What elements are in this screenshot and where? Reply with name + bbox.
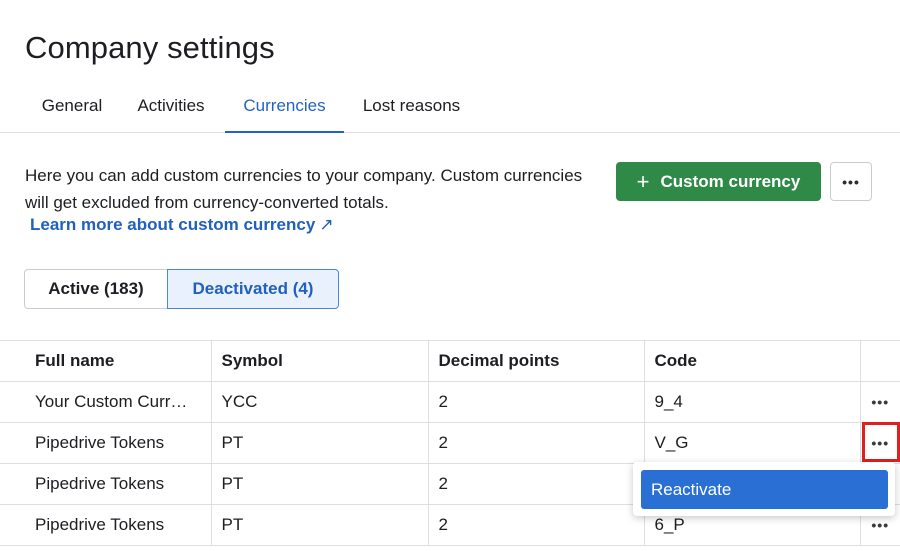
cell-decimal-points: 2 (427, 381, 645, 423)
column-header-actions (859, 340, 900, 382)
row-more-icon[interactable]: ••• (871, 517, 889, 533)
cell-decimal-points: 2 (427, 504, 645, 546)
row-more-highlight (862, 422, 900, 462)
tab-currencies[interactable]: Currencies (225, 86, 344, 133)
table-row: Your Custom Curr… YCC 2 9_4 ••• (0, 381, 900, 423)
tab-general[interactable]: General (28, 86, 116, 133)
cell-code: V_G (643, 422, 861, 464)
cell-symbol: PT (210, 504, 429, 546)
cell-full-name: Pipedrive Tokens (0, 422, 212, 464)
learn-more-label: Learn more about custom currency (30, 215, 316, 234)
page-title: Company settings (25, 30, 275, 65)
column-header-symbol: Symbol (210, 340, 429, 382)
filter-deactivated-button[interactable]: Deactivated (4) (167, 269, 339, 309)
cell-decimal-points: 2 (427, 463, 645, 505)
table-row: Pipedrive Tokens PT 2 V_G ••• (0, 422, 900, 464)
cell-full-name: Pipedrive Tokens (0, 504, 212, 546)
tab-activities[interactable]: Activities (122, 86, 220, 133)
cell-full-name: Your Custom Curr… (0, 381, 212, 423)
cell-symbol: YCC (210, 381, 429, 423)
settings-tabs: General Activities Currencies Lost reaso… (0, 86, 900, 133)
row-more-icon[interactable]: ••• (871, 394, 889, 410)
more-options-button[interactable]: ••• (830, 162, 872, 201)
cell-full-name: Pipedrive Tokens (0, 463, 212, 505)
external-arrow-icon: ↗ (319, 215, 334, 234)
add-custom-currency-label: Custom currency (660, 171, 801, 191)
tab-lost-reasons[interactable]: Lost reasons (348, 86, 475, 133)
column-header-code: Code (643, 340, 861, 382)
column-header-full-name: Full name (0, 340, 212, 382)
more-icon: ••• (842, 173, 860, 190)
column-header-decimal-points: Decimal points (427, 340, 645, 382)
row-actions-menu: Reactivate (633, 462, 895, 516)
cell-code: 9_4 (643, 381, 861, 423)
table-header-row: Full name Symbol Decimal points Code (0, 340, 900, 382)
cell-symbol: PT (210, 422, 429, 464)
plus-icon: + (636, 168, 650, 194)
cell-symbol: PT (210, 463, 429, 505)
add-custom-currency-button[interactable]: + Custom currency (616, 162, 821, 201)
reactivate-menu-item[interactable]: Reactivate (641, 470, 888, 509)
intro-text: Here you can add custom currencies to yo… (25, 166, 583, 212)
cell-decimal-points: 2 (427, 422, 645, 464)
learn-more-link[interactable]: Learn more about custom currency ↗ (30, 215, 334, 235)
filter-active-button[interactable]: Active (183) (24, 269, 167, 309)
cell-actions: ••• (859, 381, 900, 423)
